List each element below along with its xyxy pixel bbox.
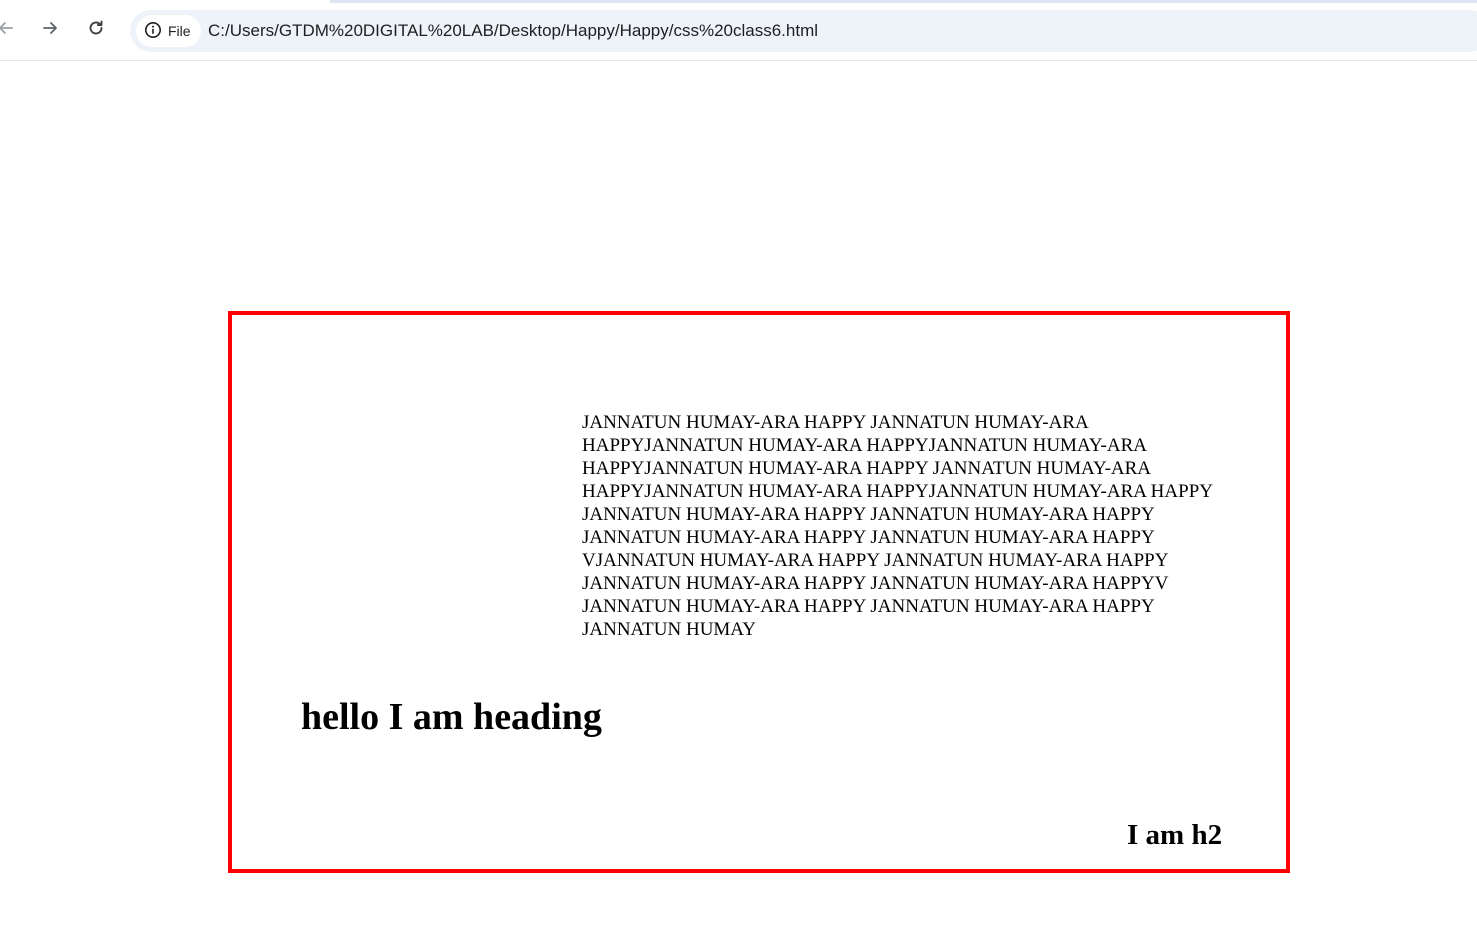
sub-heading: I am h2 bbox=[1127, 819, 1223, 851]
paragraph-line: HAPPYJANNATUN HUMAY-ARA HAPPY JANNATUN H… bbox=[582, 458, 1152, 479]
browser-toolbar: File C:/Users/GTDM%20DIGITAL%20LAB/Deskt… bbox=[0, 0, 1477, 61]
paragraph-text: JANNATUN HUMAY-ARA HAPPY JANNATUN HUMAY-… bbox=[582, 411, 1262, 641]
site-info-chip[interactable]: File bbox=[136, 15, 201, 47]
paragraph-line: JANNATUN HUMAY-ARA HAPPY JANNATUN HUMAY-… bbox=[582, 412, 1089, 433]
address-bar[interactable]: File C:/Users/GTDM%20DIGITAL%20LAB/Deskt… bbox=[130, 10, 1477, 52]
arrow-right-icon bbox=[40, 18, 60, 43]
arrow-left-icon bbox=[0, 18, 16, 43]
scheme-label: File bbox=[168, 23, 191, 39]
main-heading: hello I am heading bbox=[301, 696, 602, 738]
paragraph-line: VJANNATUN HUMAY-ARA HAPPY JANNATUN HUMAY… bbox=[582, 550, 1169, 571]
red-bordered-container: JANNATUN HUMAY-ARA HAPPY JANNATUN HUMAY-… bbox=[228, 311, 1290, 873]
paragraph-line: JANNATUN HUMAY bbox=[582, 619, 757, 640]
forward-button[interactable] bbox=[36, 16, 64, 44]
paragraph-line: HAPPYJANNATUN HUMAY-ARA HAPPYJANNATUN HU… bbox=[582, 435, 1147, 456]
back-button[interactable] bbox=[0, 16, 20, 44]
paragraph-line: JANNATUN HUMAY-ARA HAPPY JANNATUN HUMAY-… bbox=[582, 596, 1155, 617]
paragraph-line: HAPPYJANNATUN HUMAY-ARA HAPPYJANNATUN HU… bbox=[582, 481, 1213, 502]
paragraph-line: JANNATUN HUMAY-ARA HAPPY JANNATUN HUMAY-… bbox=[582, 504, 1155, 525]
paragraph-line: JANNATUN HUMAY-ARA HAPPY JANNATUN HUMAY-… bbox=[582, 573, 1169, 594]
reload-icon bbox=[86, 18, 106, 43]
info-circle-icon bbox=[144, 21, 162, 42]
tab-strip-edge bbox=[330, 0, 1477, 3]
reload-button[interactable] bbox=[82, 16, 110, 44]
paragraph-line: JANNATUN HUMAY-ARA HAPPY JANNATUN HUMAY-… bbox=[582, 527, 1155, 548]
url-text[interactable]: C:/Users/GTDM%20DIGITAL%20LAB/Desktop/Ha… bbox=[208, 21, 818, 41]
